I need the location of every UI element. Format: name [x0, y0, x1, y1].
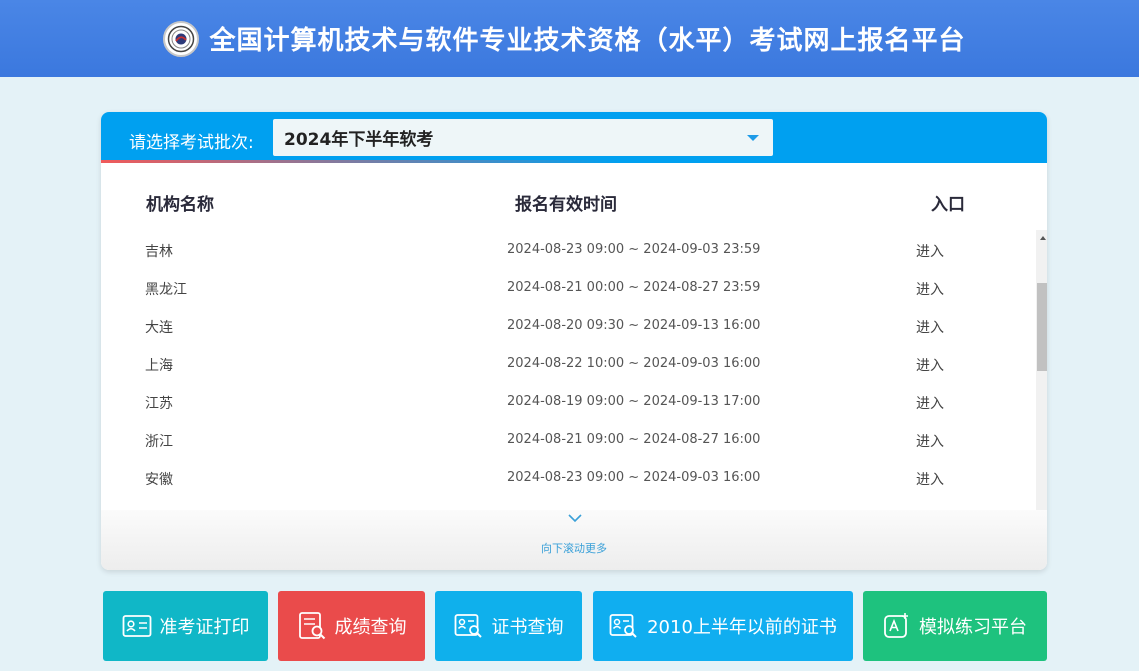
button-label: 模拟练习平台: [919, 617, 1027, 638]
org-name: 吉林: [145, 244, 173, 260]
org-name: 黑龙江: [145, 282, 187, 298]
scroll-thumb[interactable]: [1037, 283, 1047, 371]
button-label: 证书查询: [491, 617, 564, 638]
id-card-icon: [122, 615, 151, 637]
table-row: 黑龙江 2024-08-21 00:00 ~ 2024-08-27 23:59 …: [101, 268, 1037, 306]
org-name: 大连: [145, 320, 173, 336]
enter-link[interactable]: 进入: [916, 431, 944, 451]
list-scrollbar[interactable]: [1036, 230, 1047, 515]
button-label: 准考证打印: [159, 617, 250, 638]
enter-link[interactable]: 进入: [916, 393, 944, 413]
org-name: 浙江: [145, 434, 173, 450]
table-row: 大连 2024-08-20 09:30 ~ 2024-09-13 16:00 进…: [101, 306, 1037, 344]
table-row: 浙江 2024-08-21 09:00 ~ 2024-08-27 16:00 进…: [101, 420, 1037, 458]
column-header-org: 机构名称: [146, 195, 214, 215]
seal-logo-icon: [163, 20, 200, 57]
batch-select-value: 2024年下半年软考: [284, 130, 434, 150]
mock-practice-button[interactable]: 模拟练习平台: [863, 591, 1047, 661]
certificate-search-icon: [609, 614, 637, 638]
batch-select[interactable]: 2024年下半年软考: [273, 119, 773, 156]
document-search-icon: [298, 612, 325, 640]
page-header: 全国计算机技术与软件专业技术资格（水平）考试网上报名平台: [0, 0, 1139, 77]
chevron-down-icon: [568, 514, 582, 523]
enter-link[interactable]: 进入: [916, 317, 944, 337]
enter-link[interactable]: 进入: [916, 469, 944, 489]
certificate-search-icon: [454, 614, 482, 638]
registration-time: 2024-08-23 09:00 ~ 2024-09-03 23:59: [507, 242, 761, 257]
enter-link[interactable]: 进入: [916, 279, 944, 299]
score-query-button[interactable]: 成绩查询: [278, 591, 425, 661]
exam-registration-panel: 请选择考试批次: 2024年下半年软考 机构名称 报名有效时间 入口 吉林 20…: [101, 112, 1047, 570]
scroll-more-hint: 向下滚动更多: [541, 542, 607, 555]
table-row: 安徽 2024-08-23 09:00 ~ 2024-09-03 16:00 进…: [101, 458, 1037, 496]
pre-2010-certificate-button[interactable]: 2010上半年以前的证书: [593, 591, 853, 661]
org-list: 吉林 2024-08-23 09:00 ~ 2024-09-03 23:59 进…: [101, 230, 1037, 515]
org-name: 安徽: [145, 472, 173, 488]
registration-time: 2024-08-19 09:00 ~ 2024-09-13 17:00: [507, 394, 761, 409]
registration-time: 2024-08-23 09:00 ~ 2024-09-03 16:00: [507, 470, 761, 485]
button-label: 2010上半年以前的证书: [647, 617, 837, 638]
edit-practice-icon: [884, 613, 908, 638]
batch-label: 请选择考试批次:: [129, 133, 254, 153]
org-name: 上海: [145, 358, 173, 374]
table-row: 吉林 2024-08-23 09:00 ~ 2024-09-03 23:59 进…: [101, 230, 1037, 268]
table-row: 江苏 2024-08-19 09:00 ~ 2024-09-13 17:00 进…: [101, 382, 1037, 420]
header-divider: [101, 160, 1047, 163]
table-row: 上海 2024-08-22 10:00 ~ 2024-09-03 16:00 进…: [101, 344, 1037, 382]
batch-selector-bar: 请选择考试批次: 2024年下半年软考: [101, 112, 1047, 162]
column-header-entry: 入口: [931, 195, 965, 215]
certificate-query-button[interactable]: 证书查询: [435, 591, 582, 661]
registration-time: 2024-08-21 09:00 ~ 2024-08-27 16:00: [507, 432, 761, 447]
registration-time: 2024-08-20 09:30 ~ 2024-09-13 16:00: [507, 318, 761, 333]
header-inner: 全国计算机技术与软件专业技术资格（水平）考试网上报名平台: [163, 20, 965, 57]
enter-link[interactable]: 进入: [916, 241, 944, 261]
page-title: 全国计算机技术与软件专业技术资格（水平）考试网上报名平台: [209, 26, 966, 56]
admission-ticket-print-button[interactable]: 准考证打印: [103, 591, 268, 661]
caret-down-icon: [747, 135, 759, 141]
enter-link[interactable]: 进入: [916, 355, 944, 375]
org-name: 江苏: [145, 396, 173, 412]
button-label: 成绩查询: [334, 617, 407, 638]
column-header-time: 报名有效时间: [515, 195, 617, 215]
registration-time: 2024-08-21 00:00 ~ 2024-08-27 23:59: [507, 280, 761, 295]
registration-time: 2024-08-22 10:00 ~ 2024-09-03 16:00: [507, 356, 761, 371]
scroll-up-arrow-icon[interactable]: [1040, 236, 1046, 240]
